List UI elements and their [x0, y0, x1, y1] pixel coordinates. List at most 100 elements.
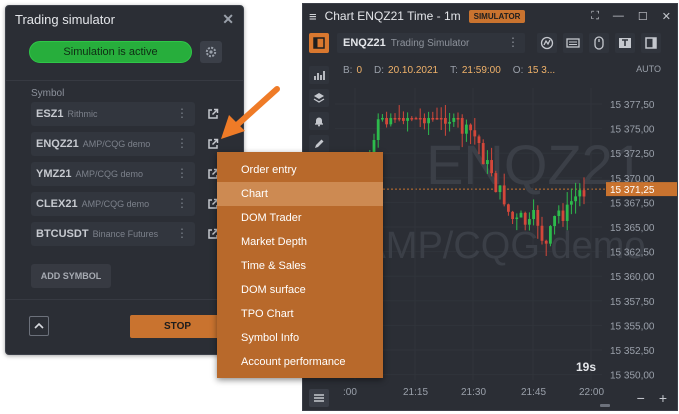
simulator-badge: SIMULATOR	[468, 9, 526, 23]
more-options-icon[interactable]: ⋮	[176, 227, 188, 239]
divider	[6, 80, 243, 81]
menu-icon[interactable]: ≡	[309, 9, 317, 24]
draw-tool-button[interactable]	[309, 135, 329, 153]
more-options-icon[interactable]: ⋮	[176, 137, 188, 149]
trading-simulator-panel: Trading simulator ✕ Simulation is active…	[5, 5, 244, 355]
bar-timer: 19s	[576, 360, 597, 374]
symbol-entry[interactable]: YMZ21 AMP/CQG demo ⋮	[31, 162, 195, 186]
symbol-name: ENQZ21	[36, 138, 79, 150]
sidebar-right-icon	[645, 37, 657, 49]
candle-body	[444, 118, 447, 124]
alerts-button[interactable]	[309, 112, 329, 130]
candle-body	[494, 173, 498, 193]
menu-item-dom-surface[interactable]: DOM surface	[217, 278, 383, 302]
auto-scale-toggle[interactable]: AUTO	[636, 64, 661, 74]
pointer-arrow-icon	[221, 86, 280, 139]
candle-body	[435, 118, 439, 120]
candle-body	[490, 160, 493, 174]
fullscreen-icon[interactable]: ⛶	[591, 10, 599, 23]
bell-icon	[315, 117, 323, 127]
bar-value: 0	[356, 65, 363, 76]
price-tick-label: 15 355,00	[610, 321, 655, 332]
more-options-icon[interactable]: ⋮	[176, 107, 188, 119]
candle-body	[549, 226, 552, 244]
close-icon[interactable]: ✕	[662, 10, 671, 23]
symbol-entry[interactable]: BTCUSDT Binance Futures ⋮	[31, 222, 195, 246]
layers-icon	[313, 93, 325, 103]
candle-body	[570, 201, 573, 205]
menu-item-time-and-sales[interactable]: Time & Sales	[217, 254, 383, 278]
candle-body	[477, 136, 481, 144]
ohlc-readout: B: 0 D: 20.10.2021 T: 21:59:00 O: 15 3...	[343, 65, 567, 76]
layers-button[interactable]	[309, 89, 329, 107]
symbol-entry[interactable]: CLEX21 AMP/CQG demo ⋮	[31, 192, 195, 216]
gear-icon	[205, 46, 217, 58]
date-value: 20.10.2021	[388, 65, 439, 76]
template-button[interactable]	[615, 33, 635, 53]
context-menu: Order entry Chart DOM Trader Market Dept…	[217, 152, 383, 378]
symbol-selector[interactable]: ENQZ21 Trading Simulator ⋮	[337, 33, 525, 53]
zoom-in-icon[interactable]: +	[659, 390, 667, 406]
candle-body	[502, 185, 506, 205]
scrollbar[interactable]	[600, 404, 610, 407]
candle-body	[439, 118, 443, 120]
symbol-source: Rithmic	[67, 109, 98, 119]
more-options-icon[interactable]: ⋮	[176, 197, 188, 209]
menu-item-market-depth[interactable]: Market Depth	[217, 230, 383, 254]
chart-type-button[interactable]	[309, 66, 329, 84]
candle-body	[532, 209, 535, 220]
list-button[interactable]	[309, 389, 329, 407]
menu-item-order-entry[interactable]: Order entry	[217, 158, 383, 182]
candle-body	[536, 209, 540, 226]
candle-body	[565, 204, 569, 221]
candle-body	[481, 143, 485, 165]
candle-body	[448, 121, 451, 124]
simulator-title: Trading simulator	[15, 11, 115, 27]
price-tick-label: 15 377,50	[610, 100, 655, 111]
candle-body	[469, 124, 472, 131]
candle-body	[486, 160, 489, 165]
candle-body	[511, 211, 514, 220]
candle-body	[523, 212, 527, 225]
bar-chart-icon	[314, 71, 325, 80]
pencil-icon	[315, 139, 324, 148]
candle-body	[410, 118, 414, 120]
stop-button[interactable]: STOP	[130, 315, 225, 338]
candle-body	[519, 212, 523, 218]
open-label: O:	[512, 65, 524, 76]
more-options-icon[interactable]: ⋮	[507, 36, 519, 48]
collapse-button[interactable]	[29, 316, 49, 336]
candle-body	[460, 118, 464, 134]
list-icon	[314, 394, 324, 402]
panel-toggle-button[interactable]	[309, 33, 329, 53]
close-icon[interactable]: ✕	[222, 11, 234, 28]
keyboard-button[interactable]	[563, 33, 583, 53]
menu-item-symbol-info[interactable]: Symbol Info	[217, 326, 383, 350]
menu-item-tpo-chart[interactable]: TPO Chart	[217, 302, 383, 326]
candle-body	[423, 118, 426, 124]
indicators-button[interactable]	[537, 33, 557, 53]
candle-body	[402, 118, 405, 121]
chart-symbol-source: Trading Simulator	[390, 37, 470, 49]
menu-item-dom-trader[interactable]: DOM Trader	[217, 206, 383, 230]
candle-body	[456, 118, 460, 120]
candle-body	[431, 118, 435, 120]
price-tick-label: 15 352,50	[610, 346, 655, 357]
mouse-icon	[594, 36, 604, 50]
simulation-status-badge[interactable]: Simulation is active	[29, 41, 192, 63]
add-symbol-button[interactable]: ADD SYMBOL	[31, 264, 111, 288]
maximize-icon[interactable]: ☐	[638, 10, 648, 23]
zoom-out-icon[interactable]: −	[637, 390, 645, 406]
mouse-button[interactable]	[589, 33, 609, 53]
candle-body	[418, 118, 422, 120]
layout-button[interactable]	[641, 33, 661, 53]
minimize-icon[interactable]: —	[613, 10, 624, 23]
symbol-entry[interactable]: ENQZ21 AMP/CQG demo ⋮	[31, 132, 195, 156]
menu-item-account-performance[interactable]: Account performance	[217, 350, 383, 374]
candle-body	[515, 217, 519, 220]
more-options-icon[interactable]: ⋮	[176, 167, 188, 179]
candle-body	[498, 185, 502, 193]
settings-button[interactable]	[200, 41, 222, 63]
menu-item-chart[interactable]: Chart	[217, 182, 383, 206]
symbol-entry[interactable]: ESZ1 Rithmic ⋮	[31, 102, 195, 126]
